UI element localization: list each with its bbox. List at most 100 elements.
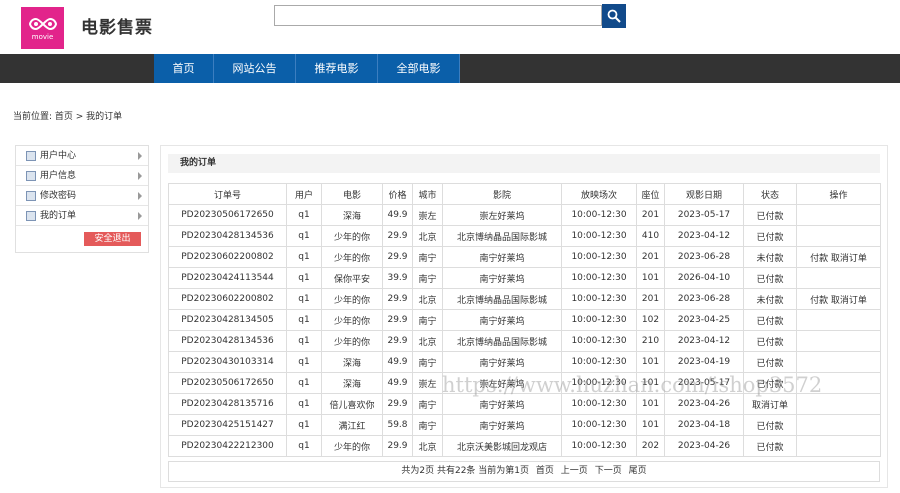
table-cell: 满江红 — [321, 414, 383, 436]
table-cell: 29.9 — [382, 288, 413, 310]
table-cell: 南宁 — [412, 393, 443, 415]
table-header-row: 订单号 用户 电影 价格 城市 影院 放映场次 座位 观影日期 状态 操作 — [168, 183, 881, 205]
table-cell: 已付款 — [743, 309, 797, 331]
table-cell: 南宁 — [412, 267, 443, 289]
pagination-last[interactable]: 尾页 — [629, 466, 647, 476]
table-cell: PD20230428134536 — [168, 225, 287, 247]
table-row: PD20230428134536 q1 少年的你 29.9 北京 北京博纳晶品国际影城 10… — [168, 330, 881, 352]
table-cell: q1 — [286, 246, 322, 268]
table-cell: q1 — [286, 330, 322, 352]
table-cell: 已付款 — [743, 435, 797, 457]
sidebar-item-user-center[interactable]: 用户中心 — [16, 146, 148, 166]
table-cell: PD20230428134505 — [168, 309, 287, 331]
nav-all-movies[interactable]: 全部电影 — [378, 54, 460, 83]
table-cell: 南宁好莱坞 — [442, 414, 562, 436]
table-cell: 210 — [636, 330, 665, 352]
header: movie 电影售票 — [0, 0, 900, 54]
nav-announcements[interactable]: 网站公告 — [214, 54, 296, 83]
row-actions[interactable]: 付款 取消订单 — [796, 288, 881, 310]
pagination-summary: 共为2页 共有22条 当前为第1页 — [401, 466, 530, 476]
table-cell: 2023-06-28 — [664, 246, 744, 268]
table-cell: 2023-06-28 — [664, 288, 744, 310]
table-row: PD20230430103314 q1 深海 49.9 南宁 南宁好莱坞 10:00-12:… — [168, 351, 881, 373]
table-cell: 北京博纳晶品国际影城 — [442, 330, 562, 352]
row-actions[interactable]: 付款 取消订单 — [796, 246, 881, 268]
table-cell: 29.9 — [382, 393, 413, 415]
table-cell: 南宁 — [412, 309, 443, 331]
table-cell: q1 — [286, 309, 322, 331]
table-cell: 201 — [636, 288, 665, 310]
table-row: PD20230428134505 q1 少年的你 29.9 南宁 南宁好莱坞 10:00-1… — [168, 309, 881, 331]
row-actions — [796, 309, 881, 331]
column-header: 操作 — [796, 183, 881, 205]
table-row: PD20230506172650 q1 深海 49.9 崇左 崇左好莱坞 10:00-12:… — [168, 204, 881, 226]
pagination-prev[interactable]: 上一页 — [561, 466, 588, 476]
table-cell: 南宁好莱坞 — [442, 246, 562, 268]
table-cell: 少年的你 — [321, 330, 383, 352]
table-cell: 2023-04-26 — [664, 435, 744, 457]
table-cell: 南宁 — [412, 414, 443, 436]
pagination-first[interactable]: 首页 — [536, 466, 554, 476]
table-cell: 已付款 — [743, 351, 797, 373]
table-cell: 410 — [636, 225, 665, 247]
table-cell: 保你平安 — [321, 267, 383, 289]
table-cell: q1 — [286, 372, 322, 394]
sidebar-item-change-password[interactable]: 修改密码 — [16, 186, 148, 206]
table-cell: 深海 — [321, 204, 383, 226]
column-header: 电影 — [321, 183, 383, 205]
table-cell: 倍儿喜欢你 — [321, 393, 383, 415]
panel-title: 我的订单 — [168, 154, 880, 173]
table-cell: q1 — [286, 288, 322, 310]
sidebar-item-user-info[interactable]: 用户信息 — [16, 166, 148, 186]
sidebar-item-label: 修改密码 — [40, 190, 77, 201]
search-input[interactable] — [274, 5, 602, 26]
table-cell: 北京博纳晶品国际影城 — [442, 288, 562, 310]
orders-table: 订单号 用户 电影 价格 城市 影院 放映场次 座位 观影日期 状态 操作 PD… — [168, 183, 881, 457]
table-cell: 已付款 — [743, 267, 797, 289]
table-cell: 南宁 — [412, 351, 443, 373]
sidebar-item-my-orders[interactable]: 我的订单 — [16, 206, 148, 226]
table-row: PD20230424113544 q1 保你平安 39.9 南宁 南宁好莱坞 10:00-1… — [168, 267, 881, 289]
orders-table-body: PD20230506172650 q1 深海 49.9 崇左 崇左好莱坞 10:00-12:… — [168, 204, 881, 457]
table-cell: q1 — [286, 267, 322, 289]
table-cell: 202 — [636, 435, 665, 457]
sidebar-item-label: 用户中心 — [40, 150, 77, 161]
table-cell: PD20230424113544 — [168, 267, 287, 289]
table-cell: 少年的你 — [321, 288, 383, 310]
table-cell: 未付款 — [743, 246, 797, 268]
search-button[interactable] — [602, 4, 626, 28]
row-actions — [796, 225, 881, 247]
site-logo[interactable]: movie — [21, 7, 64, 49]
column-header: 价格 — [382, 183, 413, 205]
table-cell: PD20230425151427 — [168, 414, 287, 436]
table-cell: 崇左好莱坞 — [442, 204, 562, 226]
chevron-right-icon — [138, 212, 142, 220]
site-title: 电影售票 — [81, 18, 153, 38]
nav-recommended[interactable]: 推荐电影 — [296, 54, 378, 83]
table-cell: q1 — [286, 393, 322, 415]
pagination-next[interactable]: 下一页 — [595, 466, 622, 476]
table-cell: PD20230428134536 — [168, 330, 287, 352]
table-cell: 102 — [636, 309, 665, 331]
logout-button[interactable]: 安全退出 — [84, 232, 141, 246]
table-row: PD20230422212300 q1 少年的你 29.9 北京 北京沃美影城回龙观店 10… — [168, 435, 881, 457]
table-cell: 少年的你 — [321, 309, 383, 331]
table-cell: 10:00-12:30 — [561, 267, 637, 289]
column-header: 座位 — [636, 183, 665, 205]
table-cell: PD20230506172650 — [168, 372, 287, 394]
table-cell: 10:00-12:30 — [561, 435, 637, 457]
table-cell: 29.9 — [382, 246, 413, 268]
row-actions — [796, 267, 881, 289]
nav-home[interactable]: 首页 — [154, 54, 214, 83]
row-actions — [796, 204, 881, 226]
table-row: PD20230602200802 q1 少年的你 29.9 北京 北京博纳晶品国际影城 10… — [168, 288, 881, 310]
table-cell: PD20230430103314 — [168, 351, 287, 373]
sidebar-item-label: 用户信息 — [40, 170, 77, 181]
table-cell: 29.9 — [382, 225, 413, 247]
table-cell: 49.9 — [382, 204, 413, 226]
table-cell: 49.9 — [382, 351, 413, 373]
table-cell: q1 — [286, 435, 322, 457]
table-cell: 29.9 — [382, 330, 413, 352]
user-card-icon — [26, 170, 36, 181]
table-cell: 南宁好莱坞 — [442, 309, 562, 331]
